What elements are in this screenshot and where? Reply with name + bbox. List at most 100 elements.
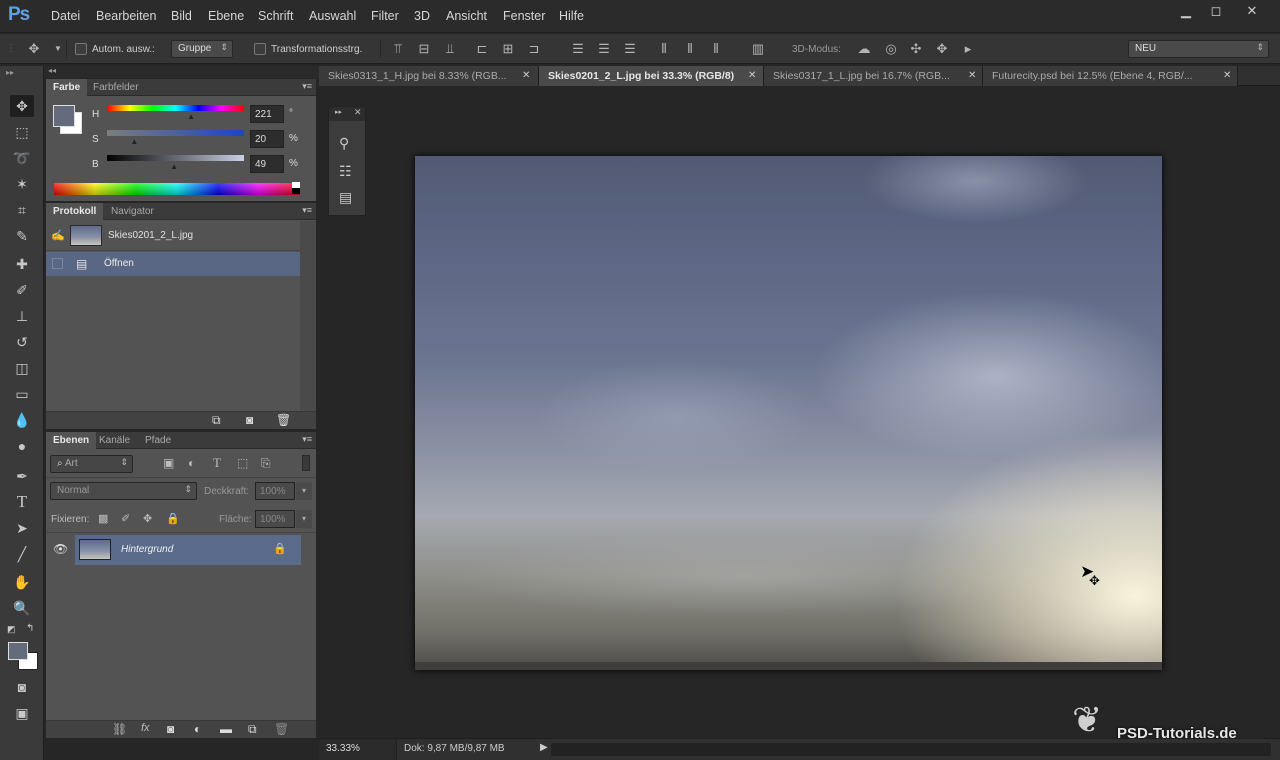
layer-visibility-cell[interactable]: 👁 [46,535,74,565]
layer-name[interactable]: Hintergrund [121,544,173,555]
doc-tab-close-icon[interactable]: ✕ [968,70,976,81]
layer-row-hintergrund[interactable]: Hintergrund 🔒 [75,535,301,565]
workspace-dropdown[interactable]: NEU ⇕ [1128,40,1269,58]
menu-filter[interactable]: Filter [371,9,399,23]
distribute-left-icon[interactable]: ⫴ [656,41,672,57]
horizontal-scrollbar[interactable] [551,743,1271,756]
hand-tool-icon[interactable]: ✋ [10,571,34,593]
3d-orbit-icon[interactable]: ☁ [856,41,872,57]
color-fg-swatch[interactable] [53,105,75,127]
zoom-tool-icon[interactable]: 🔍 [10,597,34,619]
folder-icon[interactable]: ▬ [220,722,232,736]
filter-pixel-icon[interactable]: ▣ [163,456,174,470]
quick-mask-icon[interactable]: ◙ [10,676,34,698]
brightness-input[interactable]: 49 [250,155,284,173]
crop-tool-icon[interactable]: ⌗ [10,199,34,221]
filter-adjustment-icon[interactable]: ◐ [188,456,195,470]
layer-filter-dropdown[interactable]: ⌕ Art ⇕ [50,455,133,473]
move-tool-icon[interactable]: ✥ [10,95,34,117]
adjustment-layer-icon[interactable]: ◐ [194,722,201,736]
path-selection-tool-icon[interactable]: ➤ [10,517,34,539]
doc-tab-skies0201[interactable]: Skies0201_2_L.jpg bei 33.3% (RGB/8) [539,66,764,86]
type-tool-icon[interactable]: T [10,491,34,513]
lock-position-icon[interactable]: ✥ [143,512,152,525]
doc-tab-futurecity[interactable]: Futurecity.psd bei 12.5% (Ebene 4, RGB/.… [983,66,1238,86]
properties-icon[interactable]: ▤ [339,189,352,206]
ramp-black-swatch[interactable] [292,188,300,194]
image-canvas[interactable] [415,156,1162,670]
align-bottom-icon[interactable]: ⫫ [442,41,458,57]
lasso-tool-icon[interactable]: ➰ [10,147,34,169]
menu-3d[interactable]: 3D [414,9,430,23]
swap-colors-icon[interactable]: ↰ [26,623,34,634]
panel-menu-icon[interactable]: ▾≡ [302,205,312,216]
zoom-field[interactable]: 33.33% [319,739,397,760]
healing-brush-tool-icon[interactable]: ✚ [10,253,34,275]
opacity-dropdown-icon[interactable]: ▾ [296,482,312,500]
fx-icon[interactable]: fx [141,722,150,734]
panel-menu-icon[interactable]: ▾≡ [302,81,312,92]
opacity-input[interactable]: 100% [255,482,295,500]
panel-menu-icon[interactable]: ▾≡ [302,434,312,445]
tab-ebenen[interactable]: Ebenen [46,432,97,449]
menu-bild[interactable]: Bild [171,9,192,23]
close-window-button[interactable]: ✕ [1232,2,1272,20]
new-document-from-state-icon[interactable]: ⧉ [212,413,221,428]
distribute-top-icon[interactable]: ☰ [570,41,586,57]
auto-select-checkbox[interactable] [75,43,87,55]
link-layers-icon[interactable]: ⛓ [112,722,127,736]
hue-slider-thumb[interactable]: ▲ [187,112,195,121]
3d-pan-icon[interactable]: ✣ [908,41,924,57]
menu-fenster[interactable]: Fenster [503,9,545,23]
doc-tab-close-icon[interactable]: ✕ [748,70,756,81]
saturation-input[interactable]: 20 [250,130,284,148]
distribute-bottom-icon[interactable]: ☰ [622,41,638,57]
eyedropper-tool-icon[interactable]: ✎ [10,225,34,247]
brush-tool-icon[interactable]: ✐ [10,279,34,301]
filter-toggle-switch[interactable] [302,455,310,471]
trash-icon[interactable]: 🗑 [276,413,291,427]
line-tool-icon[interactable]: ╱ [10,543,34,565]
gradient-tool-icon[interactable]: ▭ [10,383,34,405]
brightness-slider-track[interactable] [107,155,244,161]
screen-mode-icon[interactable]: ▣ [10,702,34,724]
maximize-button[interactable]: ◻ [1200,2,1232,20]
doc-tab-close-icon[interactable]: ✕ [1223,70,1231,81]
expand-icon[interactable]: ▸▸ [335,108,342,116]
lock-all-icon[interactable]: 🔒 [166,512,180,525]
lock-transparent-icon[interactable]: ▩ [98,512,108,525]
collapse-panels-icon[interactable]: ◂◂ [48,66,56,75]
distribute-vcenter-icon[interactable]: ☰ [596,41,612,57]
filter-shape-icon[interactable]: ⬚ [237,456,248,470]
distribute-right-icon[interactable]: ⫴ [708,41,724,57]
auto-select-dropdown[interactable]: Gruppe ⇕ [171,40,233,58]
blur-tool-icon[interactable]: 💧 [10,409,34,431]
tab-protokoll[interactable]: Protokoll [46,203,104,220]
eye-icon[interactable]: 👁 [53,542,68,556]
marquee-tool-icon[interactable]: ⬚ [10,121,34,143]
auto-align-icon[interactable]: ▥ [750,41,766,57]
filter-smart-object-icon[interactable]: ⎘ [261,456,271,471]
default-colors-icon[interactable]: ◩ [7,624,16,635]
history-step-row[interactable]: ▤ Öffnen [46,252,300,276]
tab-pfade[interactable]: Pfade [138,432,178,449]
history-brush-source-icon[interactable]: ✍ [51,229,65,242]
history-brush-tool-icon[interactable]: ↺ [10,331,34,353]
clone-stamp-tool-icon[interactable]: ⊥ [10,305,34,327]
eraser-tool-icon[interactable]: ◫ [10,357,34,379]
align-right-icon[interactable]: ⊐ [526,41,542,57]
transform-controls-checkbox[interactable] [254,43,266,55]
tab-farbfelder[interactable]: Farbfelder [86,79,146,96]
menu-ebene[interactable]: Ebene [208,9,244,23]
3d-roll-icon[interactable]: ◎ [883,41,899,57]
fill-dropdown-icon[interactable]: ▾ [296,510,312,528]
menu-schrift[interactable]: Schrift [258,9,293,23]
add-mask-icon[interactable]: ◙ [167,722,174,736]
doc-tab-close-icon[interactable]: ✕ [522,70,530,81]
history-scrollbar[interactable] [300,221,316,411]
doc-tab-skies0313[interactable]: Skies0313_1_H.jpg bei 8.33% (RGB... [319,66,539,86]
chevron-down-icon[interactable]: ▼ [50,41,66,57]
menu-auswahl[interactable]: Auswahl [309,9,356,23]
saturation-slider-track[interactable] [107,130,244,136]
camera-icon[interactable]: ◙ [246,413,253,427]
